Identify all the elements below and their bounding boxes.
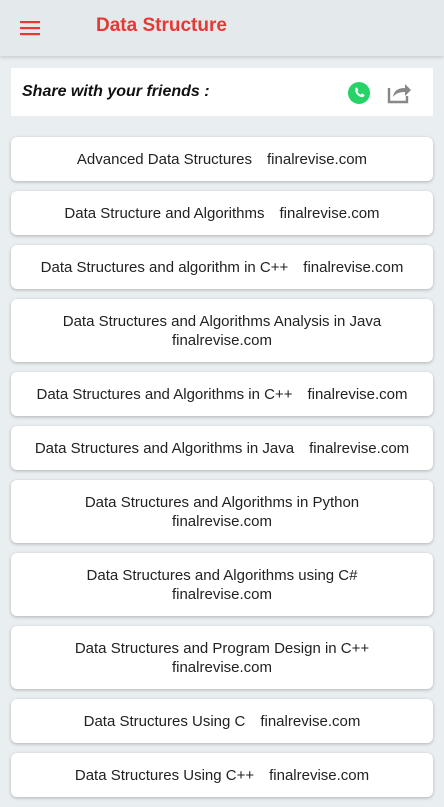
list-item[interactable]: Data Structures and Algorithms in Java f… [11,426,433,470]
list-item[interactable]: Data Structures and Program Design in C+… [11,626,433,689]
share-label: Share with your friends : [22,83,210,100]
app-bar: Data Structure [0,0,444,56]
list-item-label: Data Structures and Program Design in C+… [74,639,370,676]
list-item-label: Data Structures Using C++ finalrevise.co… [74,766,370,784]
whatsapp-icon[interactable] [347,81,371,105]
list-item-label: Data Structures and Algorithms in C++ fi… [36,385,408,403]
list-item-label: Data Structures and Algorithms Analysis … [62,312,382,349]
list-item[interactable]: Data Structures Using C finalrevise.com [11,699,433,743]
list-item-label: Data Structures and Algorithms in Java f… [34,439,410,457]
list-item-label: Data Structure and Algorithms finalrevis… [64,204,380,222]
share-card: Share with your friends : [11,68,433,116]
list-item[interactable]: Advanced Data Structures finalrevise.com [11,137,433,181]
list-item[interactable]: Data Structures and Algorithms using C# … [11,553,433,616]
list-item-label: Data Structures and Algorithms using C# … [86,566,358,603]
list-item[interactable]: Data Structure and Algorithms finalrevis… [11,191,433,235]
list-item[interactable]: Data Structures and algorithm in C++ fin… [11,245,433,289]
list-item[interactable]: Data Structures and Algorithms Analysis … [11,299,433,362]
list-item[interactable]: Data Structures and Algorithms in Python… [11,480,433,543]
list-item-label: Data Structures and algorithm in C++ fin… [40,258,404,276]
list-item[interactable]: Data Structures and Algorithms in C++ fi… [11,372,433,416]
list-item-label: Data Structures Using C finalrevise.com [83,712,361,730]
page-title: Data Structure [96,15,227,36]
list-item-label: Advanced Data Structures finalrevise.com [76,150,368,168]
hamburger-menu-icon [20,21,40,36]
list-item[interactable]: Data Structures Using C++ finalrevise.co… [11,753,433,797]
share-icon[interactable] [385,78,413,106]
menu-button[interactable] [14,14,46,42]
list-item-label: Data Structures and Algorithms in Python… [84,493,360,530]
topic-list: Advanced Data Structures finalrevise.com… [11,137,433,807]
